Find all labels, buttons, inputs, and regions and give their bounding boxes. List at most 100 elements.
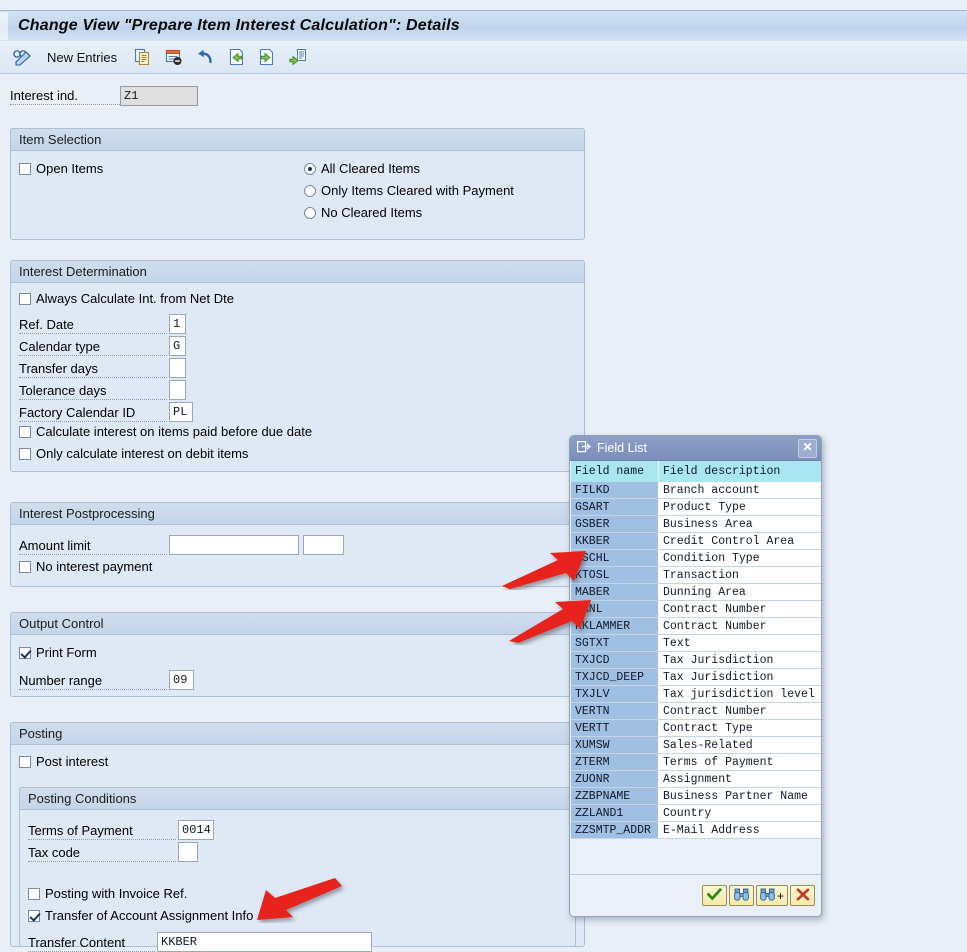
cell-field-description[interactable]: Contract Number [658,618,821,635]
cell-field-description[interactable]: Credit Control Area [658,533,821,550]
cell-field-description[interactable]: Contract Number [658,703,821,720]
cell-field-name[interactable]: XUMSW [571,737,658,754]
cell-field-name[interactable]: MABER [571,584,658,601]
table-row[interactable]: TXJCDTax Jurisdiction [571,652,822,669]
radio-only-items-cleared-with-payment[interactable]: Only Items Cleared with Payment [304,183,514,198]
next-entry-button[interactable] [256,44,278,70]
terms-of-payment-input[interactable] [178,820,214,840]
table-row[interactable]: KSCHLCondition Type [571,550,822,567]
other-entry-button[interactable] [287,44,309,70]
amount-limit-input[interactable] [169,535,299,555]
calendar-type-input[interactable] [169,336,186,356]
post-interest-checkbox[interactable]: Post interest [19,754,108,769]
only-calculate-interest-debit-items-checkbox[interactable]: Only calculate interest on debit items [19,446,248,461]
table-row[interactable]: KKBERCredit Control Area [571,533,822,550]
cell-field-description[interactable]: Country [658,805,821,822]
table-row[interactable]: KTOSLTransaction [571,567,822,584]
cell-field-name[interactable]: KTOSL [571,567,658,584]
transfer-of-account-assignment-checkbox[interactable]: Transfer of Account Assignment Info [28,908,253,923]
cell-field-description[interactable]: Transaction [658,567,821,584]
cell-field-name[interactable]: KKBER [571,533,658,550]
table-row[interactable]: MABERDunning Area [571,584,822,601]
print-form-checkbox[interactable]: Print Form [19,645,97,660]
delete-button[interactable] [163,44,185,70]
table-row[interactable]: GSARTProduct Type [571,499,822,516]
cell-field-name[interactable]: ZTERM [571,754,658,771]
cell-field-description[interactable]: Contract Type [658,720,821,737]
table-row[interactable]: RANLContract Number [571,601,822,618]
amount-limit-currency-input[interactable] [303,535,344,555]
cell-field-description[interactable]: Tax Jurisdiction [658,669,821,686]
cell-field-name[interactable]: TXJCD_DEEP [571,669,658,686]
cell-field-description[interactable]: Tax Jurisdiction [658,652,821,669]
tolerance-days-input[interactable] [169,380,186,400]
cell-field-name[interactable]: VERTN [571,703,658,720]
column-header-field-name[interactable]: Field name [571,461,658,482]
cell-field-description[interactable]: Business Partner Name [658,788,821,805]
cell-field-name[interactable]: ZZSMTP_ADDR [571,822,658,839]
open-items-checkbox[interactable]: Open Items [19,161,103,176]
no-interest-payment-checkbox[interactable]: No interest payment [19,559,152,574]
field-list-table-wrapper[interactable]: Field name Field description FILKDBranch… [571,461,822,917]
cell-field-description[interactable]: Branch account [658,482,821,499]
cancel-button[interactable] [790,885,815,906]
copy-button[interactable] [132,44,154,70]
number-range-input[interactable] [169,670,194,690]
table-row[interactable]: TXJCD_DEEPTax Jurisdiction [571,669,822,686]
cell-field-name[interactable]: RKLAMMER [571,618,658,635]
table-row[interactable]: ZUONRAssignment [571,771,822,788]
column-header-field-description[interactable]: Field description [658,461,821,482]
transfer-content-input[interactable] [157,932,372,952]
table-row[interactable]: XUMSWSales-Related [571,737,822,754]
table-row[interactable]: SGTXTText [571,635,822,652]
cell-field-name[interactable]: RANL [571,601,658,618]
cell-field-name[interactable]: TXJLV [571,686,658,703]
continue-button[interactable] [702,885,727,906]
cell-field-name[interactable]: VERTT [571,720,658,737]
cell-field-name[interactable]: ZZBPNAME [571,788,658,805]
table-row[interactable]: GSBERBusiness Area [571,516,822,533]
cell-field-description[interactable]: Sales-Related [658,737,821,754]
cell-field-description[interactable]: Condition Type [658,550,821,567]
cell-field-name[interactable]: GSBER [571,516,658,533]
find-next-button[interactable]: + [756,885,788,906]
cell-field-name[interactable]: ZUONR [571,771,658,788]
table-row[interactable]: ZTERMTerms of Payment [571,754,822,771]
table-row[interactable]: VERTTContract Type [571,720,822,737]
new-entries-button[interactable]: New Entries [43,44,123,70]
cell-field-name[interactable]: KSCHL [571,550,658,567]
table-row[interactable]: RKLAMMERContract Number [571,618,822,635]
radio-no-cleared-items[interactable]: No Cleared Items [304,205,422,220]
table-row[interactable]: VERTNContract Number [571,703,822,720]
interest-indicator-input[interactable] [120,86,198,106]
cell-field-name[interactable]: FILKD [571,482,658,499]
cell-field-name[interactable]: TXJCD [571,652,658,669]
cell-field-description[interactable]: Text [658,635,821,652]
close-icon[interactable]: ✕ [798,439,817,458]
table-row[interactable]: ZZBPNAMEBusiness Partner Name [571,788,822,805]
cell-field-description[interactable]: Product Type [658,499,821,516]
previous-entry-button[interactable] [225,44,247,70]
always-calculate-from-net-due-date-checkbox[interactable]: Always Calculate Int. from Net Dte [19,291,234,306]
transfer-days-input[interactable] [169,358,186,378]
display-change-button[interactable] [10,44,34,70]
table-row[interactable]: ZZSMTP_ADDRE-Mail Address [571,822,822,839]
find-button[interactable] [729,885,754,906]
table-row[interactable]: FILKDBranch account [571,482,822,499]
cell-field-description[interactable]: Assignment [658,771,821,788]
table-row[interactable]: TXJLVTax jurisdiction level [571,686,822,703]
posting-with-invoice-ref-checkbox[interactable]: Posting with Invoice Ref. [28,886,187,901]
table-row[interactable]: ZZLAND1Country [571,805,822,822]
cell-field-description[interactable]: E-Mail Address [658,822,821,839]
radio-all-cleared-items[interactable]: All Cleared Items [304,161,420,176]
cell-field-description[interactable]: Contract Number [658,601,821,618]
tax-code-input[interactable] [178,842,198,862]
cell-field-name[interactable]: SGTXT [571,635,658,652]
cell-field-description[interactable]: Business Area [658,516,821,533]
ref-date-input[interactable] [169,314,186,334]
cell-field-description[interactable]: Tax jurisdiction level [658,686,821,703]
cell-field-description[interactable]: Dunning Area [658,584,821,601]
cell-field-name[interactable]: ZZLAND1 [571,805,658,822]
cell-field-name[interactable]: GSART [571,499,658,516]
cell-field-description[interactable]: Terms of Payment [658,754,821,771]
